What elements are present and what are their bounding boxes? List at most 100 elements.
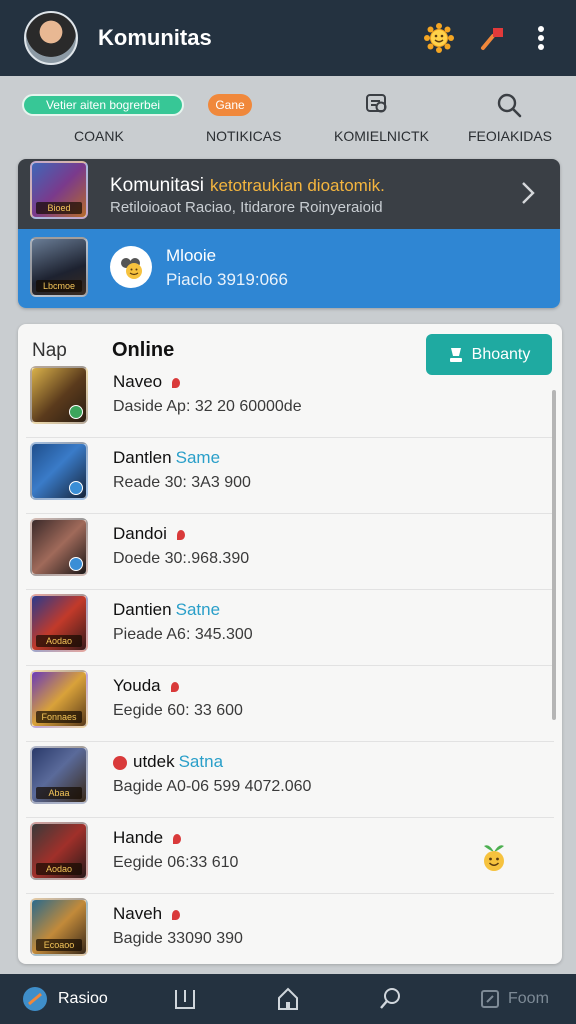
- banner-title-text: Komunitasi: [110, 175, 204, 196]
- row-meta: Eegide 06:33 610: [113, 854, 239, 871]
- row-name-text: Dantien: [113, 600, 172, 619]
- banner-subtitle: Retiloioaot Raciao, Itidarore Roinyeraio…: [110, 199, 383, 216]
- online-panel: Nap Online Bhoanty Naveo Daside Ap: 32 2…: [18, 324, 562, 964]
- row-name: Youda: [113, 676, 179, 696]
- row-thumbnail: [30, 442, 88, 500]
- sprout-emoji-icon: [484, 845, 504, 871]
- row-thumbnail: Aodao: [30, 822, 88, 880]
- banner-community-row[interactable]: Bioed Komunitasi ketotraukian dioatomik. …: [18, 159, 560, 229]
- panel-action-label: Bhoanty: [471, 345, 531, 363]
- list-item[interactable]: Ecoaoo Naveh Bagide 33090 390: [26, 894, 554, 964]
- thumbnail-tag: Bioed: [36, 202, 82, 214]
- nav-right-label: Foom: [508, 990, 549, 1007]
- row-name-text: Hande: [113, 828, 164, 847]
- room-icon: [481, 990, 499, 1008]
- top-bar: Komunitas: [0, 0, 576, 76]
- search-icon[interactable]: [494, 90, 524, 120]
- row-name-highlight: Same: [175, 448, 221, 467]
- list-item[interactable]: Fonnaes Youda Eegide 60: 33 600: [26, 666, 554, 742]
- status-dot-icon: [172, 377, 181, 388]
- check-badge-icon: [69, 481, 83, 495]
- smiley-icon: [121, 258, 142, 279]
- list-item[interactable]: Aodao Dantien Satne Pieade A6: 345.300: [26, 590, 554, 666]
- row-name: Naveo: [113, 372, 181, 392]
- list-item[interactable]: Dantlen Same Reade 30: 3A3 900: [26, 438, 554, 514]
- search-nav-icon[interactable]: [378, 974, 404, 1024]
- panel-left-label: Nap: [32, 340, 67, 361]
- row-thumbnail: Aodao: [30, 594, 88, 652]
- row-meta: Reade 30: 3A3 900: [113, 474, 251, 491]
- avatar-icon: [23, 987, 47, 1011]
- filter-chip-orange[interactable]: Gane: [208, 94, 252, 116]
- filter-tab-4[interactable]: FEOIAKIDAS: [468, 128, 552, 144]
- flag-icon[interactable]: [478, 23, 508, 53]
- more-vert-icon[interactable]: [526, 23, 556, 53]
- row-name-text: Dandoi: [113, 524, 167, 543]
- member-emoji-avatar: [110, 246, 152, 288]
- status-dot-icon: [113, 755, 127, 770]
- user-icon: [449, 347, 462, 362]
- member-list: Naveo Daside Ap: 32 20 60000de Dantlen Sa…: [18, 362, 554, 964]
- row-thumbnail: [30, 366, 88, 424]
- thumbnail-tag: Aodao: [36, 863, 82, 875]
- row-thumbnail: [30, 518, 88, 576]
- community-banner[interactable]: Bioed Komunitasi ketotraukian dioatomik. …: [18, 159, 560, 308]
- row-name-highlight: Satna: [178, 752, 224, 771]
- banner-title: Komunitasi ketotraukian dioatomik.: [110, 175, 385, 197]
- row-name-highlight: Satne: [175, 600, 221, 619]
- row-thumbnail: Fonnaes: [30, 670, 88, 728]
- thumbnail-tag: Ecoaoo: [36, 939, 82, 951]
- list-item[interactable]: Aodao Hande Eegide 06:33 610: [26, 818, 554, 894]
- list-item[interactable]: Dandoi Doede 30:.968.390: [26, 514, 554, 590]
- banner-title-accent: ketotraukian dioatomik.: [210, 176, 385, 195]
- sun-emoji-icon[interactable]: [424, 23, 454, 53]
- thumbnail-tag: Aodao: [36, 635, 82, 647]
- row-thumbnail: Abaa: [30, 746, 88, 804]
- row-name: Naveh: [113, 904, 181, 924]
- banner-member-row[interactable]: Lbcmoe Mlooie Piaclo 3919:066: [18, 229, 560, 308]
- member-name: Mlooie: [166, 246, 217, 265]
- row-name-text: Naveo: [113, 372, 163, 391]
- scrollbar[interactable]: [552, 390, 556, 720]
- profile-avatar[interactable]: [24, 11, 78, 65]
- member-subtitle: Piaclo 3919:066: [166, 270, 288, 289]
- check-badge-icon: [69, 557, 83, 571]
- row-meta: Daside Ap: 32 20 60000de: [113, 398, 302, 415]
- row-name-text: Dantlen: [113, 448, 172, 467]
- list-item[interactable]: Abaa utdek Satna Bagide A0-06 599 4072.06…: [26, 742, 554, 818]
- chevron-right-icon[interactable]: [520, 179, 536, 207]
- status-dot-icon: [170, 681, 179, 692]
- community-thumbnail: Bioed: [30, 161, 88, 219]
- row-meta: Bagide 33090 390: [113, 930, 243, 947]
- nav-item-profile[interactable]: Rasioo: [22, 974, 108, 1024]
- map-pin-icon[interactable]: [362, 90, 392, 120]
- row-name-text: Youda: [113, 676, 161, 695]
- filter-tab-1[interactable]: COANK: [74, 128, 124, 144]
- thumbnail-tag: Fonnaes: [36, 711, 82, 723]
- home-icon[interactable]: [275, 974, 301, 1024]
- row-name-text: Naveh: [113, 904, 163, 923]
- check-badge-icon: [69, 405, 83, 419]
- thumbnail-tag: Lbcmoe: [36, 280, 82, 292]
- status-dot-icon: [172, 909, 181, 920]
- row-meta: Doede 30:.968.390: [113, 550, 250, 567]
- nav-left-label: Rasioo: [58, 990, 108, 1007]
- filter-chip-green[interactable]: Vetier aiten bogrerbei: [22, 94, 184, 116]
- row-thumbnail: Ecoaoo: [30, 898, 88, 956]
- filter-bar: Vetier aiten bogrerbei Gane COANK NOTIKI…: [0, 84, 576, 148]
- status-dot-icon: [173, 833, 182, 844]
- bookmark-icon[interactable]: [172, 974, 198, 1024]
- nav-item-room[interactable]: Foom: [480, 974, 549, 1024]
- status-dot-icon: [176, 529, 185, 540]
- row-name-text: utdek: [133, 752, 175, 771]
- row-name: Dantien Satne: [113, 600, 220, 620]
- row-name: Dandoi: [113, 524, 185, 544]
- thumbnail-tag: Abaa: [36, 787, 82, 799]
- row-meta: Bagide A0-06 599 4072.060: [113, 778, 312, 795]
- list-item[interactable]: Naveo Daside Ap: 32 20 60000de: [26, 362, 554, 438]
- row-name: Dantlen Same: [113, 448, 220, 468]
- row-name: utdek Satna: [113, 752, 223, 772]
- panel-title: Online: [112, 339, 175, 361]
- filter-tab-2[interactable]: NOTIKICAS: [206, 128, 281, 144]
- filter-tab-3[interactable]: KOMIELNICTK: [334, 128, 429, 144]
